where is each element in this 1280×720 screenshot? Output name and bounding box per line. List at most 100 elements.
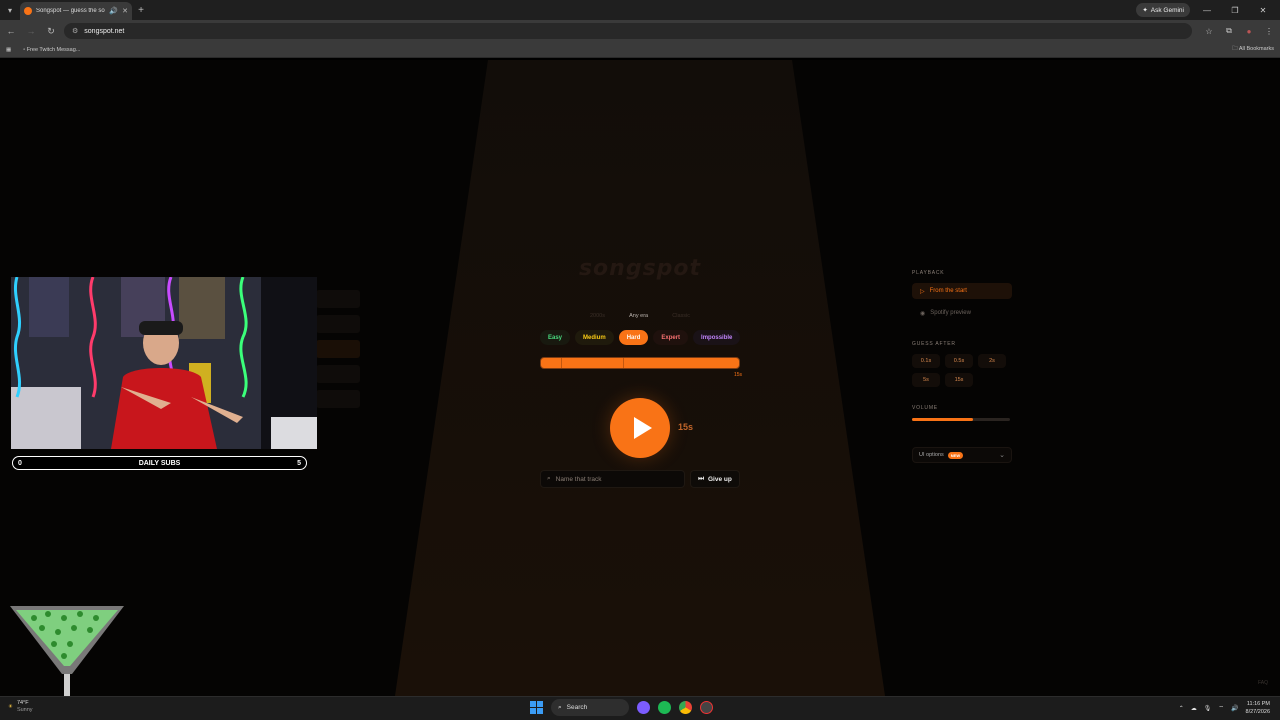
daily-subs-bar: 0 DAILY SUBS 5 <box>12 456 307 470</box>
taskbar-center: ⌕ Search <box>530 699 713 716</box>
forward-arrow-icon[interactable]: → <box>24 26 38 36</box>
wifi-icon[interactable]: ⌔ <box>1218 704 1224 712</box>
weather-temp: 74°F <box>16 700 29 706</box>
settings-panel: PLAYBACK ▷ From the start ◉ Spotify prev… <box>912 270 1012 463</box>
weather-desc: Sunny <box>16 707 33 713</box>
extensions-icon[interactable]: ⧉ <box>1222 26 1236 36</box>
give-up-button[interactable]: ⏭ Give up <box>690 470 740 488</box>
chrome-app-icon[interactable] <box>679 701 692 714</box>
clock-time: 11:16 PM <box>1246 701 1270 707</box>
subs-title: DAILY SUBS <box>138 459 181 467</box>
subs-current: 0 <box>18 459 22 467</box>
guess-after-option[interactable]: 15s <box>945 373 973 387</box>
mic-icon[interactable]: 🎙 <box>1204 705 1212 712</box>
tab-audio-icon[interactable]: 🔊 <box>109 7 118 15</box>
guess-after-option[interactable]: 5s <box>912 373 940 387</box>
era-option[interactable]: Classic <box>672 313 690 319</box>
ask-gemini-button[interactable]: ✦ Ask Gemini <box>1136 3 1190 17</box>
tab-title: Songspot — guess the song <box>36 8 106 14</box>
weather-widget[interactable]: ☀ 74°F Sunny <box>8 700 33 714</box>
weather-sun-icon: ☀ <box>8 704 13 710</box>
webcam-image <box>11 277 317 449</box>
faded-row <box>316 315 360 333</box>
volume-icon[interactable]: 🔊 <box>1231 705 1238 712</box>
browser-tab-songspot[interactable]: Songspot — guess the song 🔊 ✕ <box>20 2 132 20</box>
address-bar[interactable]: ⚙ songspot.net <box>64 23 1192 39</box>
faded-list <box>316 290 360 415</box>
clip-duration: 15s <box>678 422 694 432</box>
bookmark-item[interactable]: ▫ Free Twitch Messag... <box>23 47 80 53</box>
difficulty-selector: Easy Medium Hard Expert Impossible <box>540 330 741 345</box>
subs-goal: 5 <box>297 459 301 467</box>
tray-chevron-icon[interactable]: ⌃ <box>1179 705 1184 712</box>
track-search-input[interactable]: ⌕ Name that track <box>540 470 685 488</box>
play-small-icon: ▷ <box>920 288 925 295</box>
skip-icon: ⏭ <box>698 475 704 482</box>
site-info-icon[interactable]: ⚙ <box>72 27 78 35</box>
new-tab-button[interactable]: + <box>132 5 150 16</box>
difficulty-medium-button[interactable]: Medium <box>575 330 614 345</box>
guess-after-option[interactable]: 0.5s <box>945 354 973 368</box>
browser-toolbar: ← → ↻ ⚙ songspot.net ☆ ⧉ ● ⋮ <box>0 20 1280 42</box>
all-bookmarks-label: All Bookmarks <box>1238 46 1274 52</box>
spotify-app-icon[interactable] <box>658 701 671 714</box>
clip-progress-bar[interactable] <box>540 357 740 369</box>
option-label: From the start <box>929 288 967 294</box>
discord-app-icon[interactable] <box>637 701 650 714</box>
guess-after-grid: 0.1s 0.5s 2s 5s 15s <box>912 354 1012 387</box>
browser-menu-icon[interactable]: ⋮ <box>1262 27 1276 36</box>
era-option-selected[interactable]: Any era <box>629 313 648 319</box>
spotify-icon: ◉ <box>920 310 926 317</box>
bookmark-item-label: Free Twitch Messag... <box>26 46 81 53</box>
bookmark-page-icon: ▫ <box>23 46 26 53</box>
difficulty-impossible-button[interactable]: Impossible <box>693 330 741 345</box>
guess-after-option[interactable]: 0.1s <box>912 354 940 368</box>
windows-start-icon[interactable] <box>530 701 543 714</box>
taskbar-search-label: Search <box>566 704 588 711</box>
difficulty-hard-button[interactable]: Hard <box>618 330 649 345</box>
clock-date: 8/27/2026 <box>1245 709 1270 715</box>
guess-after-heading: GUESS AFTER <box>912 341 956 347</box>
tab-search-menu-icon[interactable]: ▾ <box>0 0 20 20</box>
playback-spotify-option[interactable]: ◉ Spotify preview <box>912 305 1012 321</box>
faq-link[interactable]: FAQ <box>1258 680 1268 686</box>
volume-heading: VOLUME <box>912 405 938 411</box>
ui-options-label: UI options <box>919 452 944 458</box>
bookmarks-bar: ▦ ▫ Free Twitch Messag... 🗀 All Bookmark… <box>0 42 1280 58</box>
era-selector: 2000s Any era Classic <box>590 313 690 319</box>
obs-app-icon[interactable] <box>700 701 713 714</box>
play-button[interactable] <box>610 398 670 458</box>
search-icon: ⌕ <box>558 703 562 711</box>
faded-row <box>316 365 360 383</box>
taskbar-clock[interactable]: 11:16 PM 8/27/2026 <box>1246 700 1270 716</box>
faded-row <box>316 340 360 358</box>
progress-tick <box>623 358 624 368</box>
era-option[interactable]: 2000s <box>590 313 605 319</box>
ui-options-dropdown[interactable]: UI options NEW ⌄ <box>912 447 1012 463</box>
window-close-icon[interactable]: ✕ <box>1252 6 1274 15</box>
reload-icon[interactable]: ↻ <box>44 26 58 37</box>
profile-avatar-icon[interactable]: ● <box>1242 27 1256 36</box>
faded-row <box>316 290 360 308</box>
progress-tick <box>561 358 562 368</box>
apps-grid-icon[interactable]: ▦ <box>6 47 11 53</box>
taskbar-search[interactable]: ⌕ Search <box>551 699 629 716</box>
tab-close-icon[interactable]: ✕ <box>122 7 128 15</box>
volume-slider[interactable] <box>912 418 1010 421</box>
bookmark-star-icon[interactable]: ☆ <box>1202 27 1216 36</box>
search-placeholder: Name that track <box>555 475 602 483</box>
all-bookmarks[interactable]: 🗀 All Bookmarks <box>1232 45 1274 54</box>
difficulty-easy-button[interactable]: Easy <box>540 330 571 345</box>
back-arrow-icon[interactable]: ← <box>4 26 18 36</box>
windows-taskbar: ☀ 74°F Sunny ⌕ Search ⌃ ☁ 🎙 ⌔ 🔊 11:16 PM… <box>0 696 1280 720</box>
play-icon <box>633 417 652 439</box>
playback-from-start-option[interactable]: ▷ From the start <box>912 283 1012 299</box>
playback-heading: PLAYBACK <box>912 270 945 276</box>
volume-fill <box>912 418 973 421</box>
minimize-icon[interactable]: — <box>1196 6 1218 15</box>
difficulty-expert-button[interactable]: Expert <box>653 330 689 345</box>
guess-after-option[interactable]: 2s <box>978 354 1006 368</box>
cloud-icon[interactable]: ☁ <box>1191 705 1197 712</box>
restore-icon[interactable]: ❐ <box>1224 6 1246 15</box>
option-label: Spotify preview <box>930 310 971 316</box>
